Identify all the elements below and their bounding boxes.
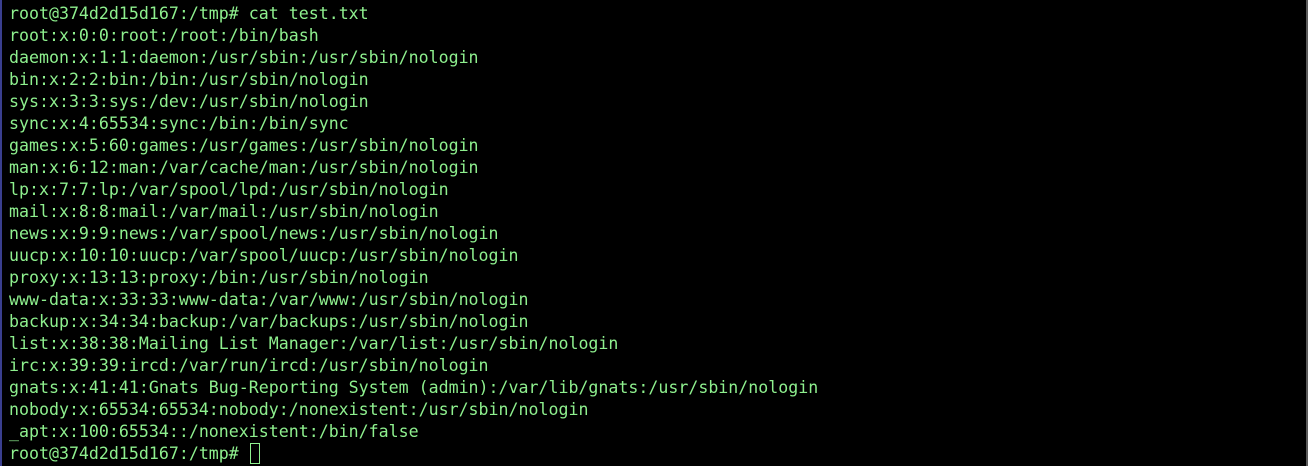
output-line: lp:x:7:7:lp:/var/spool/lpd:/usr/sbin/nol…: [9, 180, 449, 199]
output-line: gnats:x:41:41:Gnats Bug-Reporting System…: [9, 378, 819, 397]
output-line: uucp:x:10:10:uucp:/var/spool/uucp:/usr/s…: [9, 246, 519, 265]
output-line: backup:x:34:34:backup:/var/backups:/usr/…: [9, 312, 529, 331]
output-line: list:x:38:38:Mailing List Manager:/var/l…: [9, 334, 619, 353]
output-line: games:x:5:60:games:/usr/games:/usr/sbin/…: [9, 136, 479, 155]
terminal-window[interactable]: root@374d2d15d167:/tmp# cat test.txt roo…: [0, 0, 1306, 466]
output-line: sync:x:4:65534:sync:/bin:/bin/sync: [9, 114, 349, 133]
output-line: irc:x:39:39:ircd:/var/run/ircd:/usr/sbin…: [9, 356, 489, 375]
output-line: _apt:x:100:65534::/nonexistent:/bin/fals…: [9, 422, 419, 441]
terminal-cursor[interactable]: [249, 443, 260, 464]
output-line: news:x:9:9:news:/var/spool/news:/usr/sbi…: [9, 224, 499, 243]
output-line: daemon:x:1:1:daemon:/usr/sbin:/usr/sbin/…: [9, 48, 479, 67]
command-output: root:x:0:0:root:/root:/bin/bash daemon:x…: [9, 25, 1306, 443]
prompt: root@374d2d15d167:/tmp#: [9, 4, 239, 23]
prompt: root@374d2d15d167:/tmp#: [9, 444, 239, 463]
output-line: www-data:x:33:33:www-data:/var/www:/usr/…: [9, 290, 529, 309]
output-line: mail:x:8:8:mail:/var/mail:/usr/sbin/nolo…: [9, 202, 439, 221]
input-line[interactable]: root@374d2d15d167:/tmp#: [9, 443, 1306, 465]
output-line: bin:x:2:2:bin:/bin:/usr/sbin/nologin: [9, 70, 369, 89]
command-text: cat test.txt: [248, 4, 369, 23]
output-line: nobody:x:65534:65534:nobody:/nonexistent…: [9, 400, 589, 419]
output-line: proxy:x:13:13:proxy:/bin:/usr/sbin/nolog…: [9, 268, 429, 287]
output-line: sys:x:3:3:sys:/dev:/usr/sbin/nologin: [9, 92, 369, 111]
output-line: man:x:6:12:man:/var/cache/man:/usr/sbin/…: [9, 158, 479, 177]
command-line: root@374d2d15d167:/tmp# cat test.txt: [9, 3, 1306, 25]
output-line: root:x:0:0:root:/root:/bin/bash: [9, 26, 319, 45]
